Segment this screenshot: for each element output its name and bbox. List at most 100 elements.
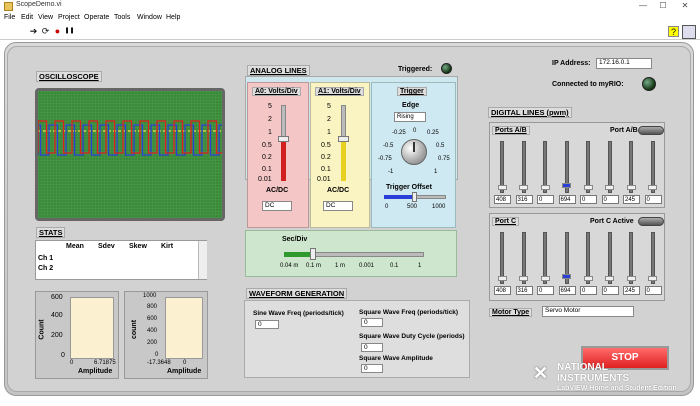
port-ab-value-3[interactable]: 694: [559, 195, 576, 204]
port-ab-slider-thumb-3[interactable]: [562, 183, 571, 188]
ni-eagle-logo-icon: ✕: [533, 363, 555, 379]
trigger-offset-thumb[interactable]: [412, 192, 417, 202]
knob-tick: 0.75: [438, 156, 450, 162]
a1-tick: 1: [327, 129, 331, 136]
port-c-active-toggle[interactable]: [638, 217, 664, 226]
amplitude-input[interactable]: 0: [361, 364, 383, 373]
trigger-level-knob[interactable]: [401, 139, 427, 165]
port-ab-slider-thumb-2[interactable]: [541, 185, 550, 190]
a1-acdc-label: AC/DC: [327, 187, 349, 194]
run-continuously-icon[interactable]: ⟳: [40, 26, 51, 37]
port-ab-value-5[interactable]: 0: [602, 195, 619, 204]
toolbar: ➔ ⟳ ● ❚❚ ?: [0, 24, 700, 40]
a0-coupling-select[interactable]: DC: [262, 201, 292, 211]
port-ab-title: Ports A/B: [492, 126, 530, 135]
port-ab-slider-thumb-5[interactable]: [605, 185, 614, 190]
duty-cycle-label: Square Wave Duty Cycle (periods): [359, 333, 465, 340]
square-freq-input[interactable]: 0: [361, 318, 383, 327]
port-c-slider-thumb-7[interactable]: [648, 276, 657, 281]
edge-select[interactable]: Rising: [394, 112, 426, 122]
menu-project[interactable]: Project: [58, 14, 80, 21]
close-button[interactable]: ✕: [678, 1, 692, 11]
a1-coupling-select[interactable]: DC: [323, 201, 353, 211]
port-c-slider-thumb-1[interactable]: [519, 276, 528, 281]
a0-tick: 0.1: [262, 166, 272, 173]
port-ab-active-toggle[interactable]: [638, 126, 664, 135]
duty-cycle-input[interactable]: 0: [361, 343, 383, 352]
menu-tools[interactable]: Tools: [114, 14, 130, 21]
trigger-offset-label: Trigger Offset: [386, 184, 432, 191]
port-c-value-0[interactable]: 408: [494, 286, 511, 295]
triggered-label: Triggered:: [398, 66, 432, 73]
maximize-button[interactable]: ☐: [656, 1, 670, 11]
context-help-icon[interactable]: ?: [668, 26, 679, 37]
menu-window[interactable]: Window: [137, 14, 162, 21]
waveform-panel: Sine Wave Freq (periods/tick) 0 Square W…: [244, 300, 470, 378]
ip-address-input[interactable]: 172.16.0.1: [596, 58, 652, 69]
connected-label: Connected to myRIO:: [552, 81, 624, 88]
port-ab-value-4[interactable]: 0: [580, 195, 597, 204]
port-ab-value-1[interactable]: 316: [516, 195, 533, 204]
a0-slider-fill: [281, 139, 286, 181]
a1-slider-thumb[interactable]: [338, 136, 349, 142]
port-c-value-7[interactable]: 0: [645, 286, 662, 295]
port-c-slider-thumb-6[interactable]: [627, 276, 636, 281]
title-bar: ScopeDemo.vi — ☐ ✕: [0, 0, 700, 13]
port-c-value-2[interactable]: 0: [537, 286, 554, 295]
port-ab-value-2[interactable]: 0: [537, 195, 554, 204]
knob-tick: 0.5: [436, 143, 444, 149]
port-c-slider-thumb-3[interactable]: [562, 274, 571, 279]
stats-scrollbar[interactable]: [198, 241, 207, 279]
port-ab-value-7[interactable]: 0: [645, 195, 662, 204]
pause-icon[interactable]: ❚❚: [64, 26, 75, 37]
stats-header-kirt: Kirt: [161, 243, 173, 250]
analog-lines-title: ANALOG LINES: [247, 65, 310, 76]
menu-help[interactable]: Help: [166, 14, 180, 21]
sec-div-thumb[interactable]: [310, 248, 316, 260]
menu-view[interactable]: View: [38, 14, 53, 21]
port-c-value-6[interactable]: 245: [623, 286, 640, 295]
port-c-slider-thumb-4[interactable]: [584, 276, 593, 281]
knob-tick: -1: [388, 169, 393, 175]
hist2-ytick: 800: [147, 304, 157, 310]
port-c-slider-thumb-5[interactable]: [605, 276, 614, 281]
vi-connector-icon: [682, 25, 696, 39]
menu-edit[interactable]: Edit: [21, 14, 33, 21]
a0-slider-thumb[interactable]: [278, 136, 289, 142]
port-ab-value-0[interactable]: 408: [494, 195, 511, 204]
port-c-slider-thumb-2[interactable]: [541, 276, 550, 281]
run-icon[interactable]: ➔: [28, 26, 39, 37]
hist1-ytick: 600: [51, 294, 63, 301]
motor-type-label: Motor Type: [489, 308, 532, 317]
square-freq-label: Square Wave Freq (periods/tick): [359, 309, 458, 316]
window-title: ScopeDemo.vi: [16, 1, 62, 8]
port-c-value-5[interactable]: 0: [602, 286, 619, 295]
port-ab-slider-thumb-7[interactable]: [648, 185, 657, 190]
port-c-value-1[interactable]: 316: [516, 286, 533, 295]
menu-file[interactable]: File: [4, 14, 15, 21]
motor-type-select[interactable]: Servo Motor: [542, 306, 634, 317]
port-ab-slider-thumb-1[interactable]: [519, 185, 528, 190]
abort-icon[interactable]: ●: [52, 26, 63, 37]
port-c-title: Port C: [492, 217, 519, 226]
port-c-value-3[interactable]: 694: [559, 286, 576, 295]
menu-operate[interactable]: Operate: [84, 14, 109, 21]
trigger-title: Trigger: [397, 87, 427, 96]
port-ab-slider-thumb-6[interactable]: [627, 185, 636, 190]
secdiv-tick: 0.04 m: [280, 263, 298, 269]
port-ab-value-6[interactable]: 245: [623, 195, 640, 204]
stats-table: Mean Sdev Skew Kirt Ch 1 Ch 2: [35, 240, 207, 280]
port-c-value-4[interactable]: 0: [580, 286, 597, 295]
menu-bar: File Edit View Project Operate Tools Win…: [0, 13, 700, 24]
port-ab-slider-thumb-0[interactable]: [498, 185, 507, 190]
a0-tick: 2: [268, 116, 272, 123]
sine-freq-input[interactable]: 0: [255, 320, 279, 329]
hist1-ytick: 400: [51, 312, 63, 319]
minimize-button[interactable]: —: [636, 1, 650, 11]
a1-tick: 2: [327, 116, 331, 123]
histogram-2-plot: [165, 297, 203, 359]
a1-tick: 0.5: [321, 142, 331, 149]
hist2-ytick: 200: [147, 340, 157, 346]
port-ab-slider-thumb-4[interactable]: [584, 185, 593, 190]
port-c-slider-thumb-0[interactable]: [498, 276, 507, 281]
